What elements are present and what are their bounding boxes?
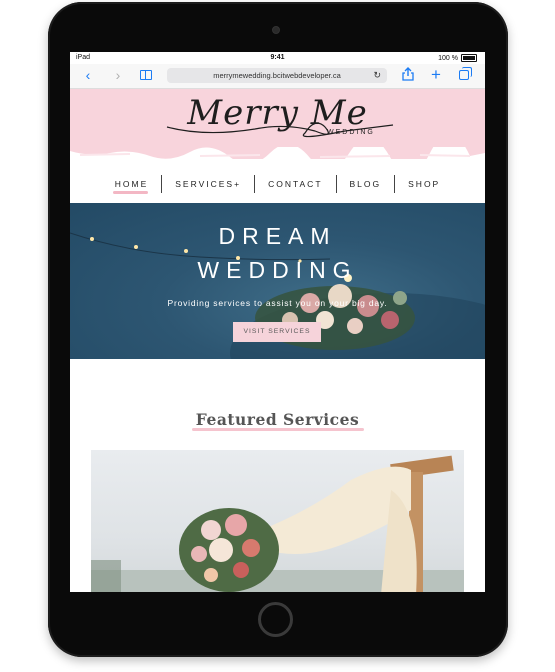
battery-icon [461, 54, 477, 62]
main-nav: HOME SERVICES+ CONTACT BLOG SHOP [70, 167, 485, 201]
address-bar[interactable]: merrymewedding.bcitwebdeveloper.ca ↻ [167, 68, 387, 83]
nav-shop[interactable]: SHOP [394, 175, 453, 193]
battery-percent: 100 % [438, 54, 458, 62]
share-icon[interactable] [400, 67, 416, 83]
forward-icon[interactable]: › [110, 67, 126, 83]
featured-photo[interactable] [91, 450, 464, 592]
visit-services-button[interactable]: VISIT SERVICES [233, 322, 321, 342]
ceremony-arch-illustration [91, 455, 464, 592]
front-camera [272, 26, 280, 34]
battery-indicator: 100 % [438, 54, 477, 62]
home-button[interactable] [258, 602, 293, 637]
status-bar: iPad 9:41 100 % [70, 52, 485, 64]
nav-home[interactable]: HOME [102, 175, 162, 194]
status-time: 9:41 [270, 54, 285, 61]
logo-subtitle: WEDDING [327, 129, 375, 136]
nav-contact[interactable]: CONTACT [254, 175, 335, 193]
url-text: merrymewedding.bcitwebdeveloper.ca [213, 71, 341, 80]
bookmarks-icon[interactable] [138, 67, 154, 83]
hero-title-line1: DREAM [218, 223, 337, 249]
hero-title-line2: WEDDING [197, 257, 358, 283]
brush-edge [70, 147, 485, 165]
nav-services[interactable]: SERVICES+ [161, 175, 254, 193]
hero-banner: DREAM WEDDING Providing services to assi… [70, 203, 485, 359]
tabs-icon[interactable] [456, 67, 472, 83]
hero-subtitle: Providing services to assist you on your… [167, 298, 388, 308]
nav-blog[interactable]: BLOG [335, 175, 395, 193]
reload-icon[interactable]: ↻ [373, 68, 381, 83]
new-tab-icon[interactable]: + [428, 66, 444, 83]
ipad-screen: iPad 9:41 100 % ‹ › merrymewedding.bcitw… [70, 52, 485, 592]
back-icon[interactable]: ‹ [80, 67, 96, 83]
website: Merry Me WEDDING HOME SERVICES+ CONTACT … [70, 89, 485, 592]
featured-underline [192, 428, 364, 431]
featured-heading: Featured Services [195, 410, 360, 429]
safari-toolbar: ‹ › merrymewedding.bcitwebdeveloper.ca ↻… [70, 64, 485, 89]
